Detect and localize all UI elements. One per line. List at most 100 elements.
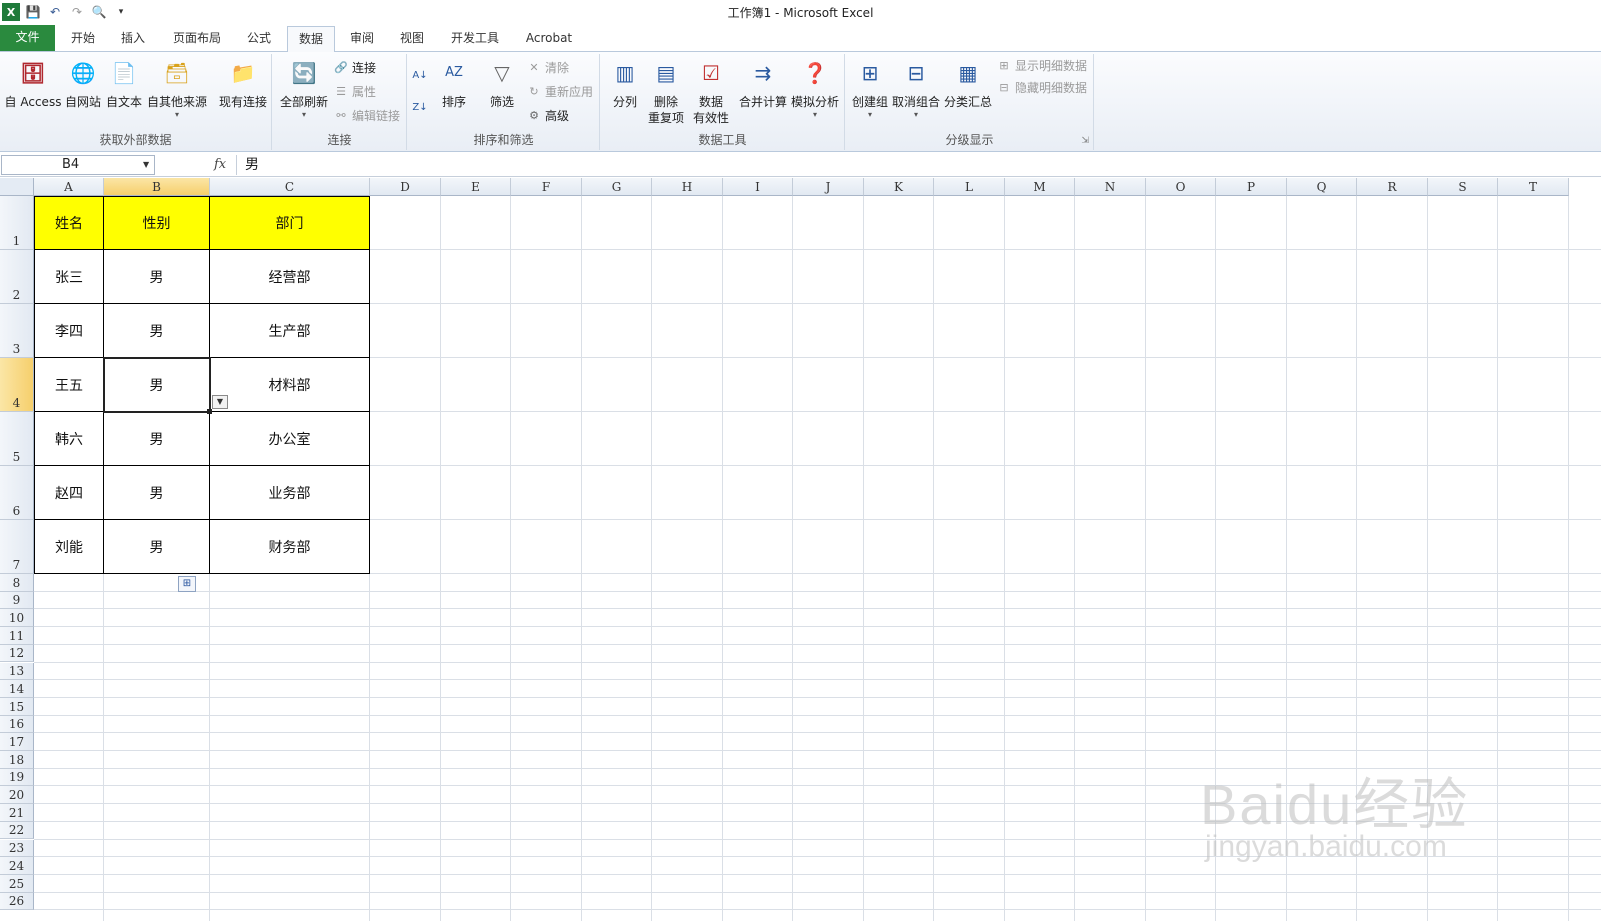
column-header-b[interactable]: B (104, 178, 210, 196)
row-header-18[interactable]: 18 (0, 751, 34, 769)
tab-file[interactable]: 文件 (0, 25, 55, 51)
paste-options-icon[interactable]: ⊞ (178, 576, 196, 592)
column-header-t[interactable]: T (1498, 178, 1569, 196)
tab-home[interactable]: 开始 (60, 26, 106, 52)
row-header-20[interactable]: 20 (0, 786, 34, 805)
table-cell[interactable]: 男 (104, 466, 210, 520)
advanced-filter-button[interactable]: ⚙ 高级 (526, 106, 569, 126)
consolidate-button[interactable]: ⇉ 合并计算 (737, 56, 789, 110)
table-cell[interactable]: 男 (104, 304, 210, 358)
row-header-19[interactable]: 19 (0, 768, 34, 787)
column-header-i[interactable]: I (723, 178, 793, 196)
table-cell[interactable]: 男 (104, 358, 210, 412)
table-cell[interactable]: 王五 (34, 358, 104, 412)
column-header-n[interactable]: N (1075, 178, 1146, 196)
tab-formulas[interactable]: 公式 (236, 26, 282, 52)
table-cell[interactable]: 刘能 (34, 520, 104, 574)
insert-function-icon[interactable]: fx (214, 157, 226, 172)
row-header-8[interactable]: 8 (0, 574, 34, 592)
table-header-cell[interactable]: 部门 (210, 196, 370, 250)
worksheet-grid[interactable]: ABCDEFGHIJKLMNOPQRST 1 2 3 4 5 6 7 8 9 10 11 12 13 14… (0, 178, 1601, 921)
refresh-all-button[interactable]: 🔄 全部刷新 ▾ (277, 56, 331, 120)
row-header-14[interactable]: 14 (0, 680, 34, 698)
sort-ascending-button[interactable]: A↓ (412, 66, 428, 86)
column-header-h[interactable]: H (652, 178, 723, 196)
column-header-k[interactable]: K (864, 178, 934, 196)
column-header-r[interactable]: R (1357, 178, 1428, 196)
from-other-sources-button[interactable]: 🗃 自其他来源 ▾ (146, 56, 208, 120)
from-web-button[interactable]: 🌐 自网站 (64, 56, 102, 110)
row-header-13[interactable]: 13 (0, 662, 34, 681)
table-cell[interactable]: 经营部 (210, 250, 370, 304)
tab-insert[interactable]: 插入 (110, 26, 156, 52)
column-header-o[interactable]: O (1146, 178, 1216, 196)
row-header-5[interactable]: 5 (0, 412, 34, 466)
table-cell[interactable]: 材料部 (210, 358, 370, 412)
tab-data[interactable]: 数据 (287, 26, 335, 53)
column-header-q[interactable]: Q (1287, 178, 1357, 196)
row-header-23[interactable]: 23 (0, 839, 34, 858)
row-header-7[interactable]: 7 (0, 520, 34, 574)
row-header-3[interactable]: 3 (0, 304, 34, 358)
column-header-m[interactable]: M (1005, 178, 1075, 196)
table-header-cell[interactable]: 姓名 (34, 196, 104, 250)
clear-filter-button[interactable]: ✕ 清除 (526, 58, 569, 78)
show-detail-button[interactable]: ⊞ 显示明细数据 (996, 56, 1087, 76)
chevron-down-icon[interactable]: ▼ (143, 160, 149, 169)
table-cell[interactable]: 男 (104, 250, 210, 304)
row-header-4[interactable]: 4 (0, 358, 34, 412)
row-header-2[interactable]: 2 (0, 250, 34, 304)
properties-button[interactable]: ☰ 属性 (333, 82, 376, 102)
table-cell[interactable]: 赵四 (34, 466, 104, 520)
row-header-11[interactable]: 11 (0, 627, 34, 645)
data-validation-button[interactable]: ☑ 数据 有效性 (687, 56, 735, 126)
remove-duplicates-button[interactable]: ▤ 删除 重复项 (645, 56, 687, 126)
tab-page-layout[interactable]: 页面布局 (162, 26, 232, 52)
row-header-25[interactable]: 25 (0, 874, 34, 893)
sort-button[interactable]: AZ 排序 (436, 56, 472, 110)
filter-button[interactable]: ▽ 筛选 (482, 56, 522, 110)
column-header-g[interactable]: G (582, 178, 652, 196)
column-header-c[interactable]: C (210, 178, 370, 196)
column-header-s[interactable]: S (1428, 178, 1498, 196)
table-cell[interactable]: 财务部 (210, 520, 370, 574)
from-access-button[interactable]: 🗄 自 Access (4, 56, 62, 110)
what-if-analysis-button[interactable]: ❓ 模拟分析 ▾ (789, 56, 841, 120)
dialog-launcher-icon[interactable]: ⇲ (1081, 136, 1089, 146)
row-header-6[interactable]: 6 (0, 466, 34, 520)
row-header-16[interactable]: 16 (0, 715, 34, 734)
ungroup-button[interactable]: ⊟ 取消组合 ▾ (890, 56, 942, 120)
table-header-cell[interactable]: 性别 (104, 196, 210, 250)
table-cell[interactable]: 办公室 (210, 412, 370, 466)
tab-view[interactable]: 视图 (389, 26, 435, 52)
validation-dropdown-button[interactable]: ▼ (212, 395, 228, 409)
row-header-24[interactable]: 24 (0, 857, 34, 875)
column-header-j[interactable]: J (793, 178, 864, 196)
row-header-17[interactable]: 17 (0, 733, 34, 751)
column-header-e[interactable]: E (441, 178, 511, 196)
group-button[interactable]: ⊞ 创建组 ▾ (850, 56, 890, 120)
tab-review[interactable]: 审阅 (339, 26, 385, 52)
existing-connections-button[interactable]: 📁 现有连接 (216, 56, 270, 110)
table-cell[interactable]: 业务部 (210, 466, 370, 520)
column-header-f[interactable]: F (511, 178, 582, 196)
reapply-button[interactable]: ↻ 重新应用 (526, 82, 593, 102)
table-cell[interactable]: 韩六 (34, 412, 104, 466)
table-cell[interactable]: 男 (104, 520, 210, 574)
sort-descending-button[interactable]: Z↓ (412, 98, 428, 118)
table-cell[interactable]: 男 (104, 412, 210, 466)
name-box[interactable]: B4 (1, 155, 155, 175)
fill-handle[interactable] (207, 409, 212, 414)
table-cell[interactable]: 张三 (34, 250, 104, 304)
row-header-12[interactable]: 12 (0, 644, 34, 663)
edit-links-button[interactable]: ⚯ 编辑链接 (333, 106, 400, 126)
column-header-l[interactable]: L (934, 178, 1005, 196)
column-header-a[interactable]: A (34, 178, 104, 196)
formula-input[interactable]: 男 (236, 155, 1598, 175)
table-cell[interactable]: 生产部 (210, 304, 370, 358)
text-to-columns-button[interactable]: ▥ 分列 (605, 56, 645, 110)
row-header-22[interactable]: 22 (0, 821, 34, 840)
subtotal-button[interactable]: ▦ 分类汇总 (942, 56, 994, 110)
connections-button[interactable]: 🔗 连接 (333, 58, 376, 78)
column-header-p[interactable]: P (1216, 178, 1287, 196)
